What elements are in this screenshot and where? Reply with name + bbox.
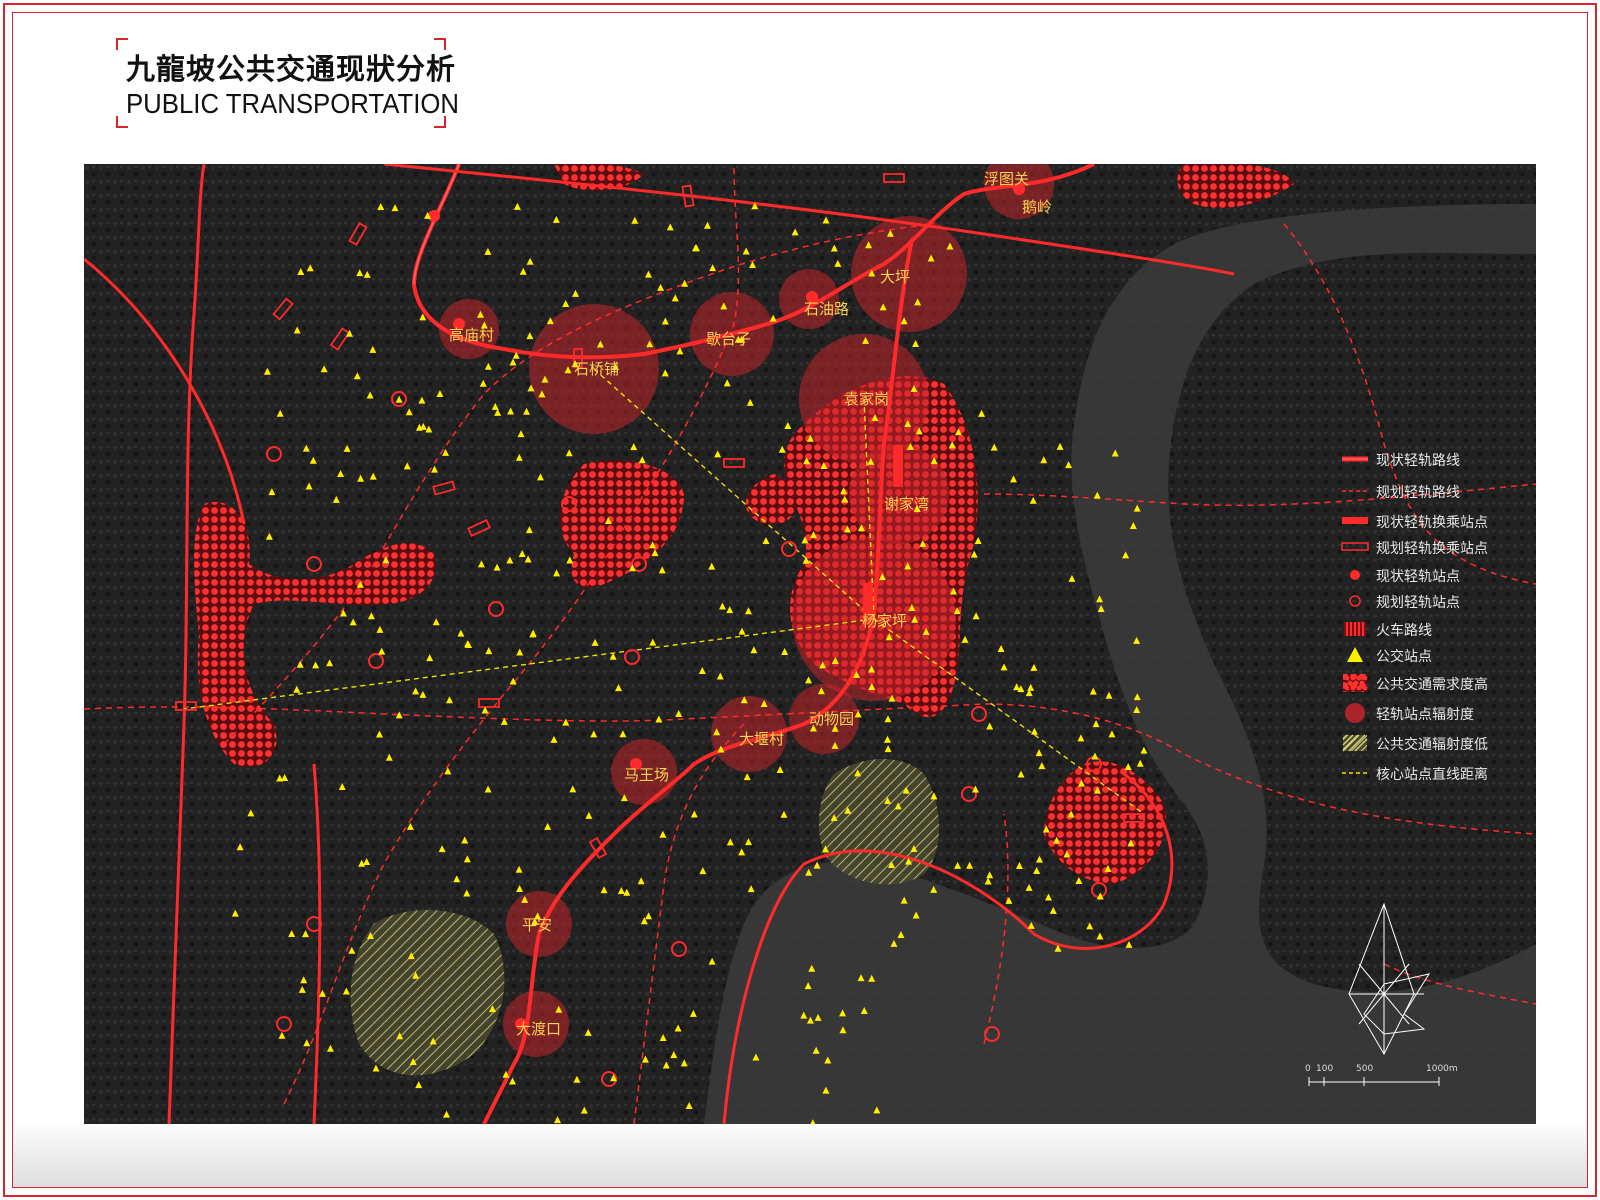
legend-label: 公共交通需求度高 [1376,677,1488,693]
legend-label: 轻轨站点辐射度 [1376,707,1474,723]
legend-label: 现状轻轨换乘站点 [1376,515,1488,531]
legend-label: 火车路线 [1376,623,1432,639]
existing-station-icon [1350,570,1360,580]
high-demand-icon [1343,674,1368,692]
bottom-gradient [13,1120,1587,1187]
station-label: 大堰村 [739,730,784,748]
station-label: 大渡口 [516,1020,561,1038]
station-radius-icon [1345,703,1365,723]
core-distance-line-icon [1342,772,1368,774]
legend-item: 现状轻轨换乘站点 [1340,510,1540,532]
legend-label: 公交站点 [1376,649,1432,665]
map-svg: 浮图关鹅岭大坪石油路歇台子石桥铺 高庙村袁家岗谢家湾杨家坪动物园大堰村马王场平安大… [84,164,1536,1124]
existing-transfer-station-icon [1342,517,1368,524]
station-label: 杨家坪 [862,612,907,630]
legend-label: 核心站点直线距离 [1376,767,1488,783]
legend-item: 轻轨站点辐射度 [1340,702,1540,724]
station-label: 袁家岗 [844,390,889,408]
scale-tick-label: 1000m [1426,1064,1458,1074]
station-label: 高庙村 [449,326,494,344]
legend-item: 规划轻轨路线 [1340,480,1540,502]
legend-item: 核心站点直线距离 [1340,762,1540,784]
scale-tick-label: 100 [1316,1064,1334,1074]
planned-transfer-station-icon [1341,542,1369,551]
title-english: PUBLIC TRANSPORTATION [126,88,460,119]
title-block: 九龍坡公共交通现狀分析 PUBLIC TRANSPORTATION [116,38,459,128]
legend-label: 规划轻轨站点 [1376,595,1460,611]
title-chinese: 九龍坡公共交通现狀分析 [126,52,457,86]
legend-label: 规划轻轨路线 [1376,485,1460,501]
station-label: 鹅岭 [1022,198,1052,216]
bus-stop-icon [1347,647,1363,662]
legend-label: 现状轻轨路线 [1376,453,1460,469]
legend-label: 公共交通辐射度低 [1376,737,1488,753]
legend-label: 现状轻轨站点 [1376,569,1460,585]
planned-station-icon [1349,595,1361,607]
legend-item: 公交站点 [1340,644,1540,666]
scale-tick-label: 500 [1356,1064,1374,1074]
station-label: 谢家湾 [884,495,929,513]
legend-item: 现状轻轨站点 [1340,564,1540,586]
station-label: 平安 [522,916,552,934]
legend-label: 规划轻轨换乘站点 [1376,541,1488,557]
scale-tick-label: 0 [1305,1064,1311,1074]
legend-item: 公共交通需求度高 [1340,672,1540,694]
station-label: 浮图关 [984,170,1029,188]
station-label: 动物园 [809,710,854,728]
legend-item: 现状轻轨路线 [1340,448,1540,470]
existing-rail-line-icon [1342,456,1368,462]
station-label: 石油路 [804,300,849,318]
low-coverage-icon [1342,734,1368,752]
legend-item: 公共交通辐射度低 [1340,732,1540,754]
railway-line-icon [1344,622,1366,636]
station-label: 歇台子 [706,330,751,348]
station-label: 马王场 [624,766,669,784]
map-panel: 浮图关鹅岭大坪石油路歇台子石桥铺 高庙村袁家岗谢家湾杨家坪动物园大堰村马王场平安大… [84,164,1536,1124]
legend-item: 规划轻轨换乘站点 [1340,536,1540,558]
legend-item: 规划轻轨站点 [1340,590,1540,612]
station-label: 石桥铺 [574,360,619,378]
legend-item: 火车路线 [1340,618,1540,640]
planned-rail-line-icon [1342,490,1368,492]
station-label: 大坪 [880,268,910,286]
